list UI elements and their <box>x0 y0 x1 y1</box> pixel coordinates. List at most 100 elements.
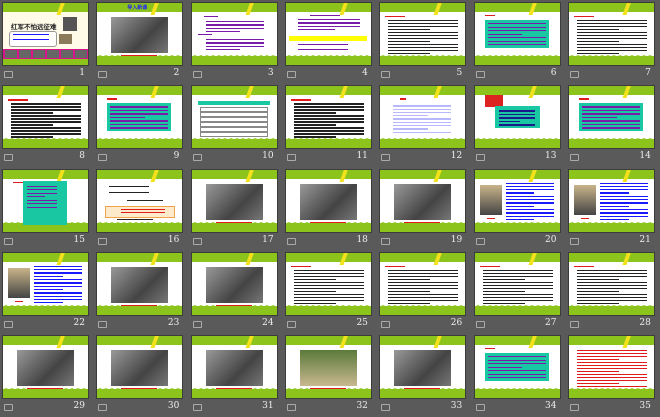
slide-transition-icon[interactable] <box>286 320 296 328</box>
slide-thumbnail-21[interactable]: 21 <box>567 168 655 251</box>
slide-thumbnail-15[interactable]: 15 <box>2 168 89 251</box>
slide-thumbnail-8[interactable]: 8 <box>2 85 89 167</box>
slide-thumbnail-26[interactable]: 26 <box>379 251 467 334</box>
slide-preview[interactable]: 红军不怕远征难 <box>2 2 89 66</box>
slide-transition-icon[interactable] <box>192 320 202 328</box>
slide-transition-icon[interactable] <box>381 320 391 328</box>
slide-preview[interactable] <box>473 251 561 316</box>
slide-preview[interactable] <box>567 335 655 400</box>
slide-transition-icon[interactable] <box>475 237 485 245</box>
slide-transition-icon[interactable] <box>475 320 485 328</box>
slide-transition-icon[interactable] <box>475 154 485 162</box>
slide-preview[interactable] <box>190 85 278 150</box>
slide-transition-icon[interactable] <box>286 154 296 162</box>
slide-thumbnail-13[interactable]: 13 <box>473 85 561 167</box>
slide-transition-icon[interactable] <box>381 237 391 245</box>
slide-thumbnail-9[interactable]: 9 <box>96 85 184 167</box>
slide-transition-icon[interactable] <box>192 154 202 162</box>
slide-preview[interactable] <box>567 85 655 150</box>
slide-transition-icon[interactable] <box>4 404 13 412</box>
slide-thumbnail-17[interactable]: 17 <box>190 168 278 251</box>
slide-transition-icon[interactable] <box>98 320 108 328</box>
slide-transition-icon[interactable] <box>475 71 485 78</box>
slide-transition-icon[interactable] <box>569 154 579 162</box>
slide-thumbnail-16[interactable]: 16 <box>96 168 184 251</box>
slide-preview[interactable] <box>96 335 184 400</box>
slide-preview[interactable] <box>190 2 278 66</box>
slide-preview[interactable] <box>2 251 89 316</box>
slide-thumbnail-3[interactable]: 3 <box>190 2 278 84</box>
slide-preview[interactable] <box>473 168 561 233</box>
slide-preview[interactable] <box>379 168 467 233</box>
slide-transition-icon[interactable] <box>569 237 579 245</box>
slide-thumbnail-29[interactable]: 29 <box>2 335 89 417</box>
slide-thumbnail-19[interactable]: 19 <box>379 168 467 251</box>
slide-transition-icon[interactable] <box>4 71 13 78</box>
slide-thumbnail-24[interactable]: 24 <box>190 251 278 334</box>
slide-preview[interactable]: 导入新课 <box>96 2 184 66</box>
slide-thumbnail-18[interactable]: 18 <box>284 168 372 251</box>
slide-thumbnail-30[interactable]: 30 <box>96 335 184 417</box>
slide-preview[interactable] <box>567 2 655 66</box>
slide-transition-icon[interactable] <box>286 71 296 78</box>
slide-thumbnail-1[interactable]: 红军不怕远征难 1 <box>2 2 89 84</box>
slide-preview[interactable] <box>379 2 467 66</box>
slide-preview[interactable] <box>379 85 467 150</box>
slide-transition-icon[interactable] <box>569 71 579 78</box>
slide-thumbnail-12[interactable]: 12 <box>379 85 467 167</box>
slide-thumbnail-2[interactable]: 导入新课 2 <box>96 2 184 84</box>
slide-transition-icon[interactable] <box>286 237 296 245</box>
slide-preview[interactable] <box>190 168 278 233</box>
slide-transition-icon[interactable] <box>286 404 296 412</box>
slide-thumbnail-22[interactable]: 22 <box>2 251 89 334</box>
slide-preview[interactable] <box>473 2 561 66</box>
slide-thumbnail-25[interactable]: 25 <box>284 251 372 334</box>
slide-preview[interactable] <box>473 85 561 150</box>
slide-thumbnail-27[interactable]: 27 <box>473 251 561 334</box>
slide-transition-icon[interactable] <box>192 237 202 245</box>
slide-transition-icon[interactable] <box>475 404 485 412</box>
slide-preview[interactable] <box>284 168 372 233</box>
slide-preview[interactable] <box>567 168 655 233</box>
slide-transition-icon[interactable] <box>4 154 13 162</box>
slide-preview[interactable] <box>284 335 372 400</box>
slide-thumbnail-20[interactable]: 20 <box>473 168 561 251</box>
slide-transition-icon[interactable] <box>98 404 108 412</box>
slide-thumbnail-14[interactable]: 14 <box>567 85 655 167</box>
slide-thumbnail-6[interactable]: 6 <box>473 2 561 84</box>
slide-preview[interactable] <box>473 335 561 400</box>
slide-preview[interactable] <box>190 335 278 400</box>
slide-preview[interactable] <box>567 251 655 316</box>
slide-transition-icon[interactable] <box>381 404 391 412</box>
slide-thumbnail-5[interactable]: 5 <box>379 2 467 84</box>
slide-preview[interactable] <box>284 85 372 150</box>
slide-transition-icon[interactable] <box>192 404 202 412</box>
slide-transition-icon[interactable] <box>98 237 108 245</box>
slide-preview[interactable] <box>284 2 372 66</box>
slide-thumbnail-32[interactable]: 32 <box>284 335 372 417</box>
slide-preview[interactable] <box>190 251 278 316</box>
slide-preview[interactable] <box>2 335 89 400</box>
slide-transition-icon[interactable] <box>569 404 579 412</box>
slide-transition-icon[interactable] <box>569 320 579 328</box>
slide-transition-icon[interactable] <box>192 71 202 78</box>
slide-thumbnail-23[interactable]: 23 <box>96 251 184 334</box>
slide-preview[interactable] <box>96 168 184 233</box>
slide-thumbnail-4[interactable]: 4 <box>284 2 372 84</box>
slide-preview[interactable] <box>379 335 467 400</box>
slide-preview[interactable] <box>96 85 184 150</box>
slide-preview[interactable] <box>379 251 467 316</box>
slide-transition-icon[interactable] <box>98 71 108 78</box>
slide-transition-icon[interactable] <box>381 154 391 162</box>
slide-preview[interactable] <box>96 251 184 316</box>
slide-preview[interactable] <box>284 251 372 316</box>
slide-transition-icon[interactable] <box>4 320 13 328</box>
slide-thumbnail-31[interactable]: 31 <box>190 335 278 417</box>
slide-thumbnail-34[interactable]: 34 <box>473 335 561 417</box>
slide-thumbnail-33[interactable]: 33 <box>379 335 467 417</box>
slide-transition-icon[interactable] <box>381 71 391 78</box>
slide-thumbnail-7[interactable]: 7 <box>567 2 655 84</box>
slide-preview[interactable] <box>2 85 89 150</box>
slide-transition-icon[interactable] <box>98 154 108 162</box>
slide-preview[interactable] <box>2 168 89 233</box>
